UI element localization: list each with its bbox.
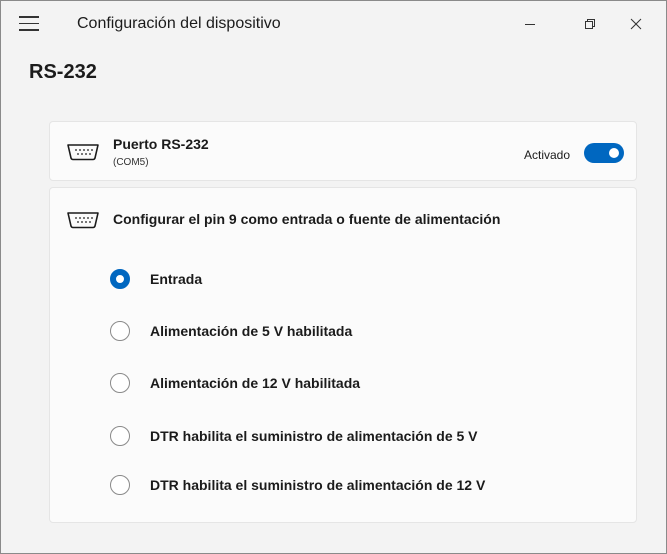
radio-button[interactable] <box>110 426 130 446</box>
restore-icon <box>585 19 595 29</box>
radio-label: DTR habilita el suministro de alimentaci… <box>150 477 486 493</box>
radio-option-5v[interactable]: Alimentación de 5 V habilitada <box>110 319 352 343</box>
toggle-state-label: Activado <box>524 148 571 162</box>
minimize-button[interactable] <box>507 1 553 47</box>
port-name: Puerto RS-232 <box>113 136 209 152</box>
radio-option-12v[interactable]: Alimentación de 12 V habilitada <box>110 371 360 395</box>
radio-button[interactable] <box>110 321 130 341</box>
radio-button[interactable] <box>110 269 130 289</box>
port-enable-toggle[interactable] <box>584 143 624 163</box>
radio-label: DTR habilita el suministro de alimentaci… <box>150 428 478 444</box>
menu-icon[interactable] <box>19 16 41 32</box>
radio-label: Entrada <box>150 271 203 287</box>
minimize-icon <box>525 24 535 25</box>
toggle-knob <box>609 148 619 158</box>
app-window: Configuración del dispositivo RS-232 Pue… <box>0 0 667 554</box>
pin9-config-card: Configurar el pin 9 como entrada o fuent… <box>49 187 637 523</box>
close-icon <box>630 18 642 30</box>
window-title: Configuración del dispositivo <box>77 15 281 32</box>
port-com-label: (COM5) <box>113 157 149 168</box>
radio-option-dtr-5v[interactable]: DTR habilita el suministro de alimentaci… <box>110 424 478 448</box>
restore-button[interactable] <box>567 1 613 47</box>
port-card: Puerto RS-232 (COM5) Activado <box>49 121 637 181</box>
radio-label: Alimentación de 5 V habilitada <box>150 323 353 339</box>
radio-button[interactable] <box>110 373 130 393</box>
close-button[interactable] <box>613 1 659 47</box>
radio-option-dtr-12v[interactable]: DTR habilita el suministro de alimentaci… <box>110 473 485 497</box>
serial-port-icon <box>67 144 99 161</box>
radio-label: Alimentación de 12 V habilitada <box>150 375 361 391</box>
pin9-heading: Configurar el pin 9 como entrada o fuent… <box>113 211 501 227</box>
serial-port-icon <box>67 212 99 229</box>
radio-option-entrada[interactable]: Entrada <box>110 267 202 291</box>
radio-button[interactable] <box>110 475 130 495</box>
title-bar: Configuración del dispositivo <box>1 1 666 47</box>
page-title: RS-232 <box>29 61 97 83</box>
